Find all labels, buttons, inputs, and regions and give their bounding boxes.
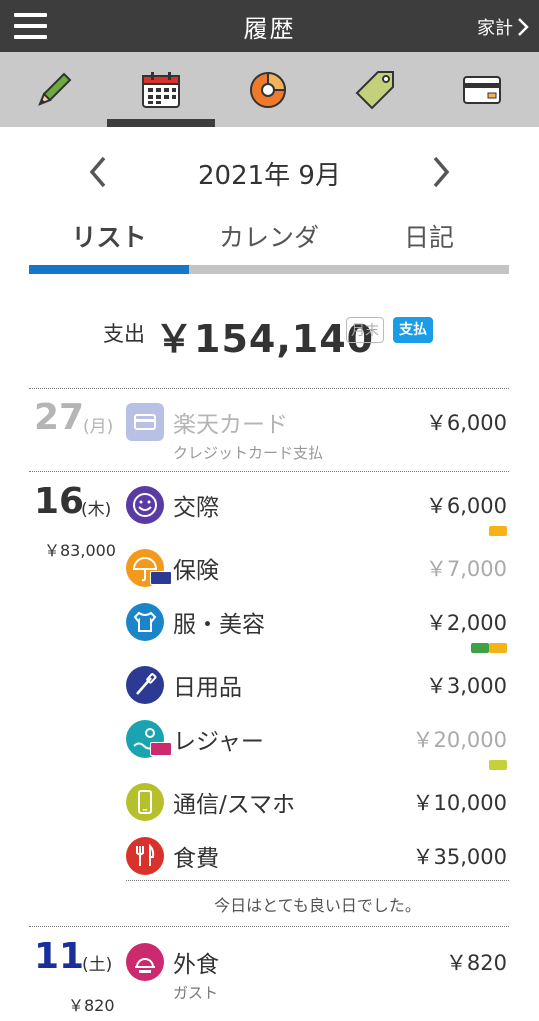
day-memo: 今日はとても良い日でした。 bbox=[214, 896, 421, 915]
divider bbox=[126, 880, 509, 881]
month-end-badge[interactable]: 月末 bbox=[346, 317, 384, 343]
entry-name: 服・美容 bbox=[173, 612, 265, 638]
mode-toolbar bbox=[0, 52, 539, 127]
page-title: 履歴 bbox=[243, 15, 296, 43]
payment-badge[interactable]: 支払 bbox=[393, 317, 433, 343]
entry-name: 外食 bbox=[173, 952, 219, 978]
list-item[interactable]: 保険 ￥7,000 bbox=[126, 549, 507, 595]
category-tab-button[interactable] bbox=[321, 52, 428, 127]
price-tag-icon bbox=[355, 70, 394, 109]
credit-card-icon bbox=[126, 403, 164, 441]
tab-diary[interactable]: 日記 bbox=[349, 218, 509, 254]
tag-color bbox=[489, 760, 507, 770]
entry-tags bbox=[471, 643, 507, 653]
entry-name: 通信/スマホ bbox=[173, 792, 296, 818]
entry-amount: ￥20,000 bbox=[412, 728, 507, 752]
month-label[interactable]: 2021年 9月 bbox=[0, 155, 539, 192]
tag-color bbox=[471, 643, 489, 653]
entry-amount: ￥6,000 bbox=[425, 494, 507, 518]
summary-label: 支出 bbox=[103, 322, 145, 346]
day-of-week: (月) bbox=[83, 417, 114, 437]
household-link[interactable]: 家計 bbox=[477, 14, 529, 40]
household-link-label: 家計 bbox=[477, 18, 513, 39]
account-tab-button[interactable] bbox=[428, 52, 535, 127]
entry-amount: ￥10,000 bbox=[412, 791, 507, 815]
tab-calendar[interactable]: カレンダ bbox=[189, 218, 349, 254]
tab-list[interactable]: リスト bbox=[29, 218, 189, 254]
list-item[interactable]: 楽天カード クレジットカード支払 ￥6,000 bbox=[126, 403, 507, 462]
calendar-icon bbox=[141, 71, 180, 108]
input-tab-button[interactable] bbox=[0, 52, 107, 127]
entry-name: 保険 bbox=[173, 558, 219, 584]
history-tab-button[interactable] bbox=[107, 52, 214, 127]
day-total: ￥83,000 bbox=[44, 541, 116, 560]
list-item[interactable]: 服・美容 ￥2,000 bbox=[126, 603, 507, 653]
toolbar-active-indicator bbox=[107, 119, 215, 127]
pencil-icon bbox=[37, 72, 71, 106]
entry-name: レジャー bbox=[173, 729, 264, 755]
day-number: 27 bbox=[34, 397, 85, 438]
entry-tags bbox=[489, 760, 507, 770]
day-of-week: (土) bbox=[82, 955, 113, 975]
pie-chart-icon bbox=[249, 71, 286, 108]
tshirt-icon bbox=[126, 603, 164, 641]
list-item[interactable]: 通信/スマホ ￥10,000 bbox=[126, 783, 507, 829]
app-header: 履歴 家計 bbox=[0, 0, 539, 52]
next-month-button[interactable] bbox=[425, 154, 455, 190]
card-badge-icon bbox=[150, 571, 172, 585]
entry-amount: ￥2,000 bbox=[425, 611, 507, 635]
tag-color bbox=[489, 526, 507, 536]
list-item[interactable]: 交際 ￥6,000 bbox=[126, 486, 507, 536]
chevron-right-icon bbox=[518, 18, 529, 36]
tab-indicator bbox=[29, 265, 509, 274]
entry-name: 食費 bbox=[173, 846, 219, 872]
list-item[interactable]: 日用品 ￥3,000 bbox=[126, 666, 507, 712]
divider bbox=[29, 388, 509, 389]
view-tabs: リスト カレンダ 日記 bbox=[29, 218, 509, 258]
entry-name: 交際 bbox=[173, 495, 219, 521]
entry-amount: ￥820 bbox=[445, 951, 507, 975]
day-total: ￥820 bbox=[68, 996, 115, 1015]
entry-name: 日用品 bbox=[173, 675, 242, 701]
day-number: 16 bbox=[34, 481, 85, 522]
day-of-week: (木) bbox=[81, 500, 112, 520]
entry-name: 楽天カード bbox=[173, 412, 288, 438]
summary-amount: ￥154,140 bbox=[155, 317, 375, 361]
divider bbox=[29, 926, 509, 927]
entry-subtitle: ガスト bbox=[173, 984, 219, 1002]
list-item[interactable]: 食費 ￥35,000 bbox=[126, 837, 507, 883]
card-badge-icon bbox=[150, 742, 172, 756]
divider bbox=[29, 471, 509, 472]
smartphone-icon bbox=[126, 783, 164, 821]
month-navigator: 2021年 9月 bbox=[0, 150, 539, 194]
day-number: 11 bbox=[34, 936, 85, 977]
entry-amount: ￥6,000 bbox=[425, 411, 507, 435]
credit-card-icon bbox=[462, 75, 501, 104]
tag-color bbox=[489, 643, 507, 653]
expense-summary: 支出 ￥154,140 月末 支払 bbox=[0, 306, 539, 361]
list-item[interactable]: レジャー ￥20,000 bbox=[126, 720, 507, 770]
meal-tray-icon bbox=[126, 943, 164, 981]
entry-tags bbox=[489, 526, 507, 536]
smile-icon bbox=[126, 486, 164, 524]
list-item[interactable]: 外食 ガスト ￥820 bbox=[126, 943, 507, 1002]
entry-amount: ￥3,000 bbox=[425, 674, 507, 698]
analysis-tab-button[interactable] bbox=[214, 52, 321, 127]
entry-amount: ￥35,000 bbox=[412, 845, 507, 869]
entry-subtitle: クレジットカード支払 bbox=[173, 444, 324, 462]
fork-knife-icon bbox=[126, 837, 164, 875]
entry-amount: ￥7,000 bbox=[425, 557, 507, 581]
toothbrush-icon bbox=[126, 666, 164, 704]
